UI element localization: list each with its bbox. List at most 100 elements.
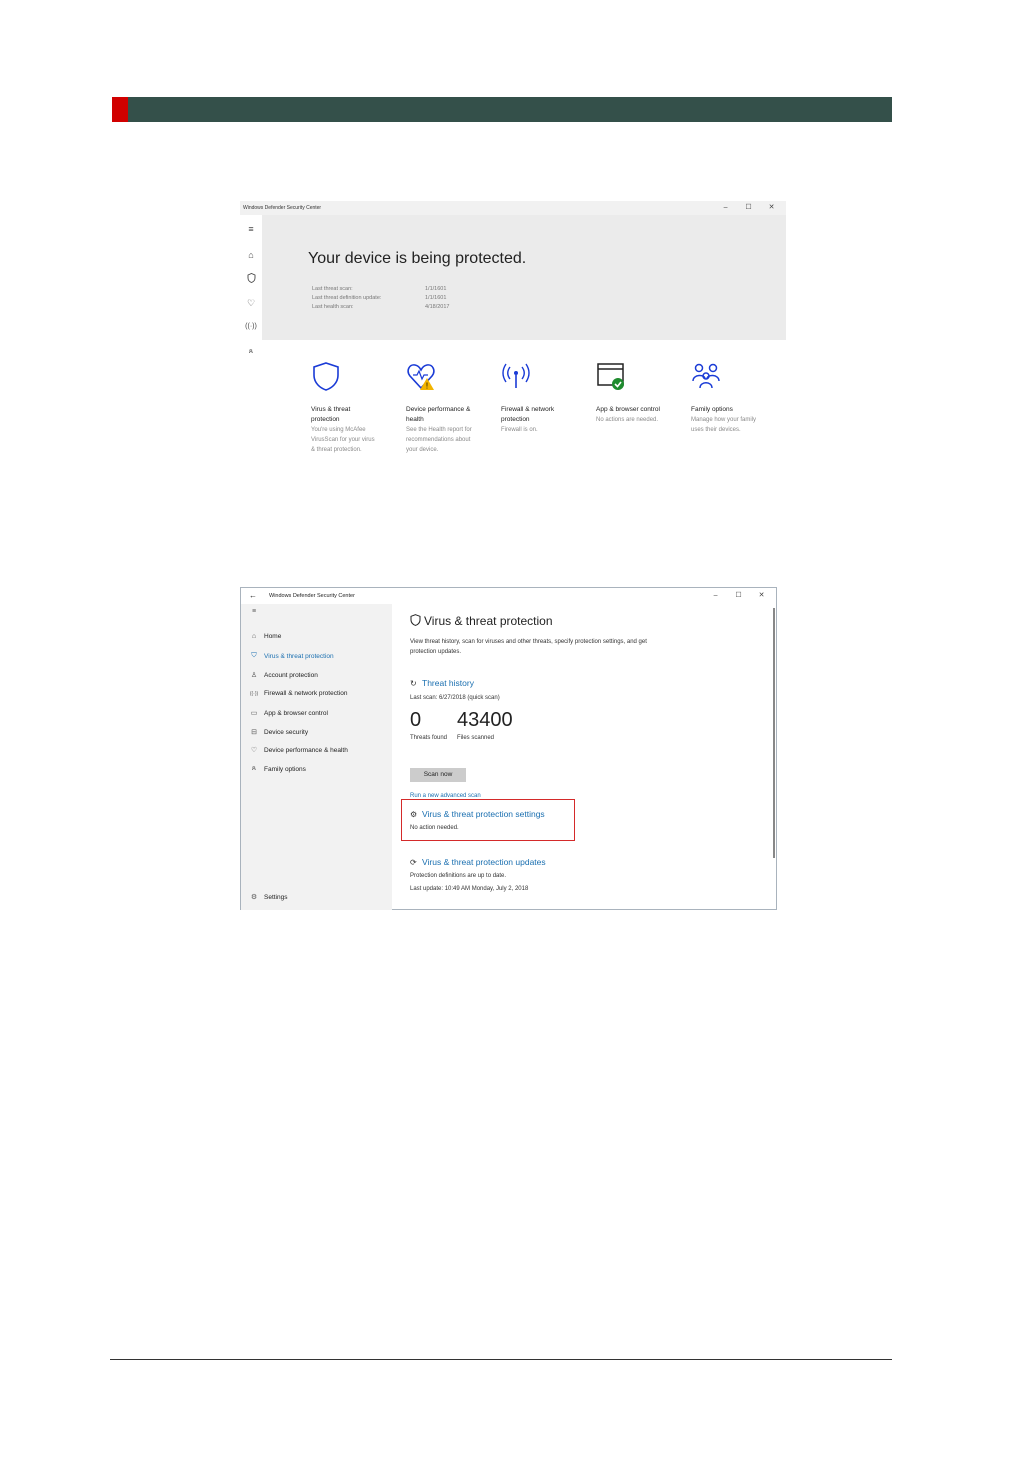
heart-icon: ♡: [250, 747, 258, 754]
last-update-text: Last update: 10:49 AM Monday, July 2, 20…: [410, 886, 529, 892]
page-title-text: Virus & threat protection: [424, 614, 553, 628]
protection-updates-title: Virus & threat protection updates: [422, 857, 546, 867]
close-button[interactable]: ✕: [761, 201, 782, 215]
sidebar: ≡ ⌂ Home ⛉ Virus & threat protection ♙ Acco…: [241, 604, 392, 910]
files-scanned-label: Files scanned: [457, 735, 495, 741]
sidebar-item-label: Device performance & health: [264, 746, 348, 754]
window-controls: – ☐ ✕: [705, 588, 772, 604]
sidebar-item-firewall[interactable]: ((·)) Firewall & network protection: [249, 690, 348, 697]
scan-now-button[interactable]: Scan now: [410, 768, 466, 782]
sidebar-item-device-security[interactable]: ⊟ Device security: [249, 728, 309, 737]
files-scanned-count: 43400: [457, 709, 513, 731]
threat-history-title: Threat history: [422, 678, 474, 688]
stat-label: Last threat scan:: [312, 286, 353, 292]
sidebar-item-label: Family options: [264, 765, 306, 773]
sidebar-item-label: Device security: [264, 728, 309, 736]
threats-found-count: 0: [410, 709, 422, 731]
tile-firewall[interactable]: Firewall & network protection Firewall i…: [501, 361, 569, 435]
shield-icon: [313, 362, 339, 391]
maximize-button[interactable]: ☐: [728, 588, 749, 604]
laptop-icon: ⊟: [251, 729, 257, 736]
tile-desc: Firewall is on.: [501, 427, 538, 433]
stat-value: 1/1/1601: [425, 295, 447, 301]
updates-status: Protection definitions are up to date.: [410, 873, 507, 879]
virus-threat-protection-screenshot: ← Windows Defender Security Center – ☐ ✕…: [240, 587, 777, 910]
sidebar-item-family[interactable]: ጰ Family options: [249, 765, 306, 773]
sidebar-item-settings[interactable]: ⚙ Settings: [249, 893, 288, 902]
last-scan-text: Last scan: 6/27/2018 (quick scan): [410, 695, 500, 701]
tile-title: Virus & threat protection: [311, 406, 351, 423]
security-center-home-screenshot: Windows Defender Security Center – ☐ ✕ ≡…: [240, 201, 786, 473]
history-icon: ↻: [410, 679, 417, 688]
family-icon: [692, 363, 720, 389]
home-icon: ⌂: [251, 633, 257, 640]
shield-icon: ⛉: [251, 652, 257, 659]
protection-updates-link[interactable]: ⟳ Virus & threat protection updates: [410, 857, 546, 867]
tile-device-health[interactable]: ! Device performance & health See the He…: [406, 361, 474, 455]
family-icon[interactable]: ጰ: [245, 346, 257, 358]
heart-warning-icon: !: [407, 364, 435, 391]
sidebar-item-virus-threat[interactable]: ⛉ Virus & threat protection: [249, 652, 334, 660]
antenna-icon: [502, 363, 530, 388]
shield-icon[interactable]: [245, 273, 257, 285]
tile-family[interactable]: Family options Manage how your family us…: [691, 361, 759, 435]
home-icon[interactable]: ⌂: [245, 249, 257, 261]
window-title: Windows Defender Security Center: [243, 205, 322, 211]
sidebar-item-label: Account protection: [264, 671, 318, 679]
threats-found-label: Threats found: [410, 735, 448, 741]
person-icon: ♙: [250, 672, 258, 679]
status-headline: Your device is being protected.: [308, 250, 527, 267]
highlight-box: [401, 799, 575, 841]
footer-rule: [110, 1359, 892, 1360]
stat-label: Last threat definition update:: [312, 295, 382, 301]
sidebar-item-app-browser[interactable]: ▭ App & browser control: [249, 709, 328, 718]
hamburger-menu-icon[interactable]: ≡: [245, 223, 257, 235]
title-bar: ← Windows Defender Security Center – ☐ ✕: [241, 588, 776, 604]
sidebar-item-account[interactable]: ♙ Account protection: [249, 671, 318, 680]
tile-desc: Manage how your family uses their device…: [691, 417, 757, 433]
family-icon: ጰ: [251, 765, 257, 772]
window-title: Windows Defender Security Center: [269, 593, 355, 599]
stat-row: Last threat definition update: 1/1/1601: [312, 294, 449, 303]
sidebar-item-device-health[interactable]: ♡ Device performance & health: [249, 746, 348, 755]
tile-desc: See the Health report for recommendation…: [406, 427, 472, 453]
tile-desc: No actions are needed.: [596, 417, 659, 423]
icon-rail: ≡ ⌂ ♡ ((·)) ጰ: [240, 215, 262, 473]
shield-icon: [410, 614, 421, 626]
title-bar: Windows Defender Security Center – ☐ ✕: [240, 201, 786, 215]
maximize-button[interactable]: ☐: [738, 201, 759, 215]
window-controls: – ☐ ✕: [715, 201, 782, 215]
stat-label: Last health scan:: [312, 304, 354, 310]
tile-title: Family options: [691, 406, 733, 413]
gear-icon: ⚙: [250, 894, 258, 901]
stat-value: 1/1/1601: [425, 286, 447, 292]
stat-row: Last threat scan: 1/1/1601: [312, 285, 449, 294]
page-title: Virus & threat protection: [410, 614, 553, 628]
scrollbar[interactable]: [773, 608, 775, 858]
sidebar-item-home[interactable]: ⌂ Home: [249, 633, 281, 640]
section-banner: [112, 97, 892, 122]
sidebar-item-label: App & browser control: [264, 709, 328, 717]
page-description: View threat history, scan for viruses an…: [410, 639, 647, 655]
sidebar-item-label: Virus & threat protection: [264, 652, 334, 660]
tile-title: Firewall & network protection: [501, 406, 555, 423]
banner-accent: [112, 97, 128, 122]
tile-app-browser[interactable]: App & browser control No actions are nee…: [596, 361, 664, 425]
antenna-icon[interactable]: ((·)): [245, 321, 257, 333]
sidebar-item-label: Settings: [264, 893, 288, 901]
sidebar-item-label: Home: [264, 633, 282, 640]
minimize-button[interactable]: –: [705, 588, 726, 604]
browser-check-icon: [597, 363, 624, 390]
stat-value: 4/18/2017: [425, 304, 450, 310]
window-icon: ▭: [250, 710, 258, 717]
back-arrow-icon[interactable]: ←: [249, 588, 257, 604]
threat-history-link[interactable]: ↻ Threat history: [410, 678, 474, 688]
status-hero: Your device is being protected. Last thr…: [262, 215, 786, 340]
hamburger-menu-icon[interactable]: ≡: [249, 608, 264, 615]
tile-virus-threat[interactable]: Virus & threat protection You're using M…: [311, 361, 379, 455]
heart-icon[interactable]: ♡: [245, 297, 257, 309]
close-button[interactable]: ✕: [751, 588, 772, 604]
minimize-button[interactable]: –: [715, 201, 736, 215]
tile-desc: You're using McAfee VirusScan for your v…: [311, 427, 375, 453]
tile-title: App & browser control: [596, 406, 660, 413]
